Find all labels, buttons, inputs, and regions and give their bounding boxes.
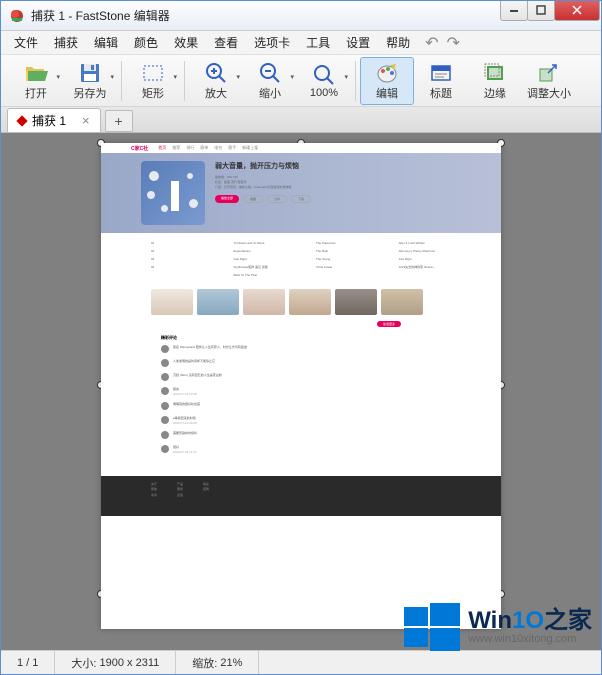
window-controls xyxy=(501,1,601,23)
menu-color[interactable]: 颜色 xyxy=(127,32,165,53)
palette-icon xyxy=(376,61,398,85)
zoom-in-icon xyxy=(205,61,227,85)
document-tab[interactable]: 捕获 1 × xyxy=(7,108,101,132)
menu-capture[interactable]: 捕获 xyxy=(47,32,85,53)
window-title: 捕获 1 - FastStone 编辑器 xyxy=(31,7,501,24)
undo-icon[interactable]: ↶ xyxy=(425,33,438,53)
size-indicator: 大小: 1900 x 2311 xyxy=(55,651,176,674)
resize-button[interactable]: 调整大小 xyxy=(522,57,576,105)
comments-section: 精彩评论 匿名 Shunyuan2 陪伴让人生有意义，时光让岁月有痕迹 人类发明… xyxy=(101,329,501,466)
app-icon xyxy=(9,8,25,24)
zoomout-button[interactable]: 缩小▾ xyxy=(243,57,297,105)
separator xyxy=(184,61,185,101)
menu-help[interactable]: 帮助 xyxy=(379,32,417,53)
play-button: 播放全部 xyxy=(215,195,239,203)
rect-button[interactable]: 矩形▾ xyxy=(126,57,180,105)
edge-icon xyxy=(484,61,506,85)
menu-effect[interactable]: 效果 xyxy=(167,32,205,53)
title-icon xyxy=(430,61,452,85)
track-list: 01To Dream and To MoveThe PapercutsAfter… xyxy=(101,233,501,285)
title-button[interactable]: 标题 xyxy=(414,57,468,105)
related-thumbs xyxy=(101,285,501,319)
playlist-title: 弱大音量，抛开压力与烦恼 xyxy=(215,161,461,171)
load-more: 加载更多 xyxy=(377,321,401,327)
album-cover xyxy=(141,161,205,225)
menu-tabs[interactable]: 选项卡 xyxy=(247,32,297,53)
site-logo: C家C社 xyxy=(131,145,148,152)
save-icon xyxy=(79,61,101,85)
toolbar: 打开▾ 另存为▾ 矩形▾ 放大▾ 缩小▾ 100%▾ 编辑 xyxy=(1,55,601,107)
edit-button[interactable]: 编辑 xyxy=(360,57,414,105)
zoom-out-icon xyxy=(259,61,281,85)
menu-tool[interactable]: 工具 xyxy=(299,32,337,53)
menu-edit[interactable]: 编辑 xyxy=(87,32,125,53)
redo-icon[interactable]: ↷ xyxy=(447,33,460,53)
close-button[interactable] xyxy=(554,1,600,21)
site-nav: 首页推荐排行歌单电台歌手新碟上架 xyxy=(158,145,264,151)
separator xyxy=(355,61,356,101)
tabbar: 捕获 1 × + xyxy=(1,107,601,133)
tab-close-icon[interactable]: × xyxy=(82,113,90,128)
preview-content: C家C社 首页推荐排行歌单电台歌手新碟上架 弱大音量，抛开压力与烦恼 xyxy=(101,143,501,629)
rect-select-icon xyxy=(142,61,164,85)
magnifier-icon xyxy=(313,63,335,87)
zoom-indicator: 缩放: 21% xyxy=(176,651,259,674)
canvas-area[interactable]: C家C社 首页推荐排行歌单电台歌手新碟上架 弱大音量，抛开压力与烦恼 xyxy=(1,133,601,650)
saveas-button[interactable]: 另存为▾ xyxy=(63,57,117,105)
menu-view[interactable]: 查看 xyxy=(207,32,245,53)
captured-image[interactable]: C家C社 首页推荐排行歌单电台歌手新碟上架 弱大音量，抛开压力与烦恼 xyxy=(101,143,501,629)
hero-section: 弱大音量，抛开压力与烦恼 播放量：252,745 标签：欧美 流行 轻音乐 介绍… xyxy=(101,153,501,233)
separator xyxy=(121,61,122,101)
open-button[interactable]: 打开▾ xyxy=(9,57,63,105)
new-tab-button[interactable]: + xyxy=(105,110,133,132)
tab-label: 捕获 1 xyxy=(32,112,66,129)
menu-settings[interactable]: 设置 xyxy=(339,32,377,53)
zoomin-button[interactable]: 放大▾ xyxy=(189,57,243,105)
resize-icon xyxy=(538,61,560,85)
menu-file[interactable]: 文件 xyxy=(7,32,45,53)
menubar: 文件 捕获 编辑 颜色 效果 查看 选项卡 工具 设置 帮助 ↶ ↷ xyxy=(1,31,601,55)
titlebar: 捕获 1 - FastStone 编辑器 xyxy=(1,1,601,31)
maximize-button[interactable] xyxy=(527,1,555,21)
app-window: 捕获 1 - FastStone 编辑器 文件 捕获 编辑 颜色 效果 查看 选… xyxy=(0,0,602,675)
site-footer: 关于帮助条款 产品服务反馈 联系招聘 xyxy=(101,476,501,516)
folder-open-icon xyxy=(24,61,48,85)
statusbar: 1 / 1 大小: 1900 x 2311 缩放: 21% xyxy=(1,650,601,674)
minimize-button[interactable] xyxy=(500,1,528,21)
page-indicator: 1 / 1 xyxy=(1,651,55,674)
zoom100-button[interactable]: 100%▾ xyxy=(297,57,351,105)
modified-indicator-icon xyxy=(16,115,27,126)
edge-button[interactable]: 边缘 xyxy=(468,57,522,105)
